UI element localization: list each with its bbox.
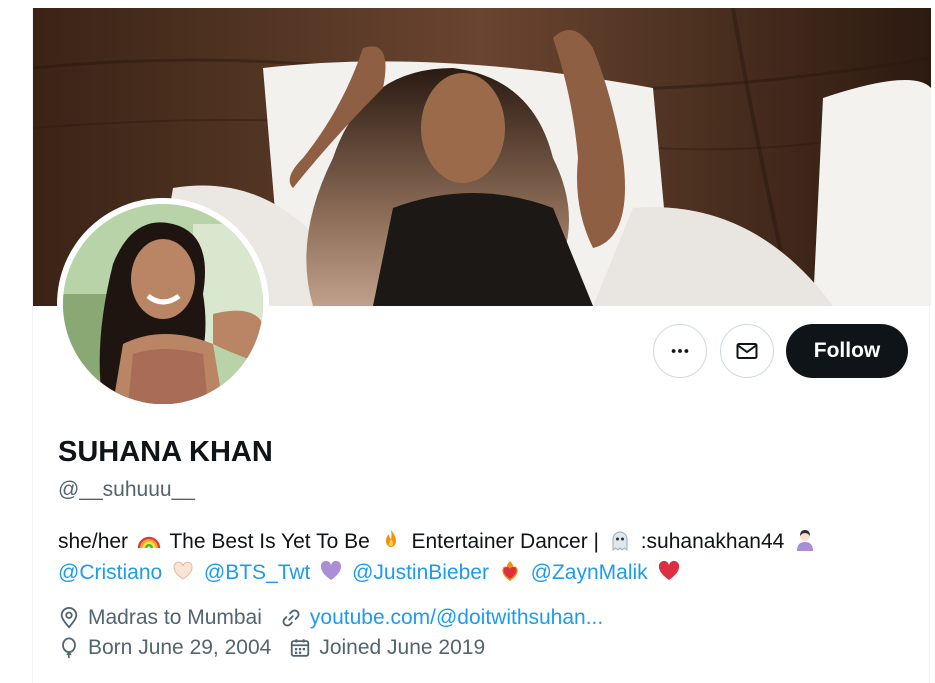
bio-roles: Entertainer Dancer | — [411, 530, 600, 553]
follow-button[interactable]: Follow — [786, 324, 908, 378]
location-pin-icon — [60, 607, 78, 629]
bio-line-2: @Cristiano @BTS_Twt @JustinBieber @ZaynM… — [58, 557, 908, 588]
profile-card: Follow SUHANA KHAN @__suhuuu__ she/her T… — [32, 8, 931, 683]
bio-line-1: she/her The Best Is Yet To Be Entertaine… — [58, 526, 908, 557]
more-horizontal-icon — [671, 349, 689, 353]
rainbow-emoji-icon — [137, 536, 161, 549]
heart-on-fire-emoji-icon — [502, 561, 518, 581]
website-item: youtube.com/@doitwithsuhan... — [280, 606, 603, 630]
mention-link-cristiano[interactable]: @Cristiano — [58, 561, 162, 584]
bio-pronouns: she/her — [58, 530, 129, 553]
location-item: Madras to Mumbai — [58, 606, 262, 630]
balloon-icon — [62, 637, 76, 659]
joined-item: Joined June 2019 — [289, 636, 485, 660]
profile-meta-row-1: Madras to Mumbai youtube.com/@doitwithsu… — [58, 604, 621, 632]
link-icon — [282, 609, 300, 627]
bio: she/her The Best Is Yet To Be Entertaine… — [58, 526, 908, 588]
birthday-item: Born June 29, 2004 — [58, 636, 271, 660]
mention-link-bts[interactable]: @BTS_Twt — [204, 561, 311, 584]
mention-link-justinbieber[interactable]: @JustinBieber — [352, 561, 489, 584]
display-name: SUHANA KHAN — [58, 436, 273, 468]
envelope-icon — [736, 343, 758, 359]
message-button[interactable] — [720, 324, 774, 378]
user-handle: @__suhuuu__ — [58, 478, 195, 501]
ghost-emoji-icon — [612, 531, 628, 552]
red-heart-emoji-icon — [658, 560, 679, 580]
profile-meta-row-2: Born June 29, 2004 Joined June 2019 — [58, 634, 503, 662]
person-gesturing-emoji-icon — [797, 530, 814, 551]
location-text: Madras to Mumbai — [88, 606, 262, 629]
purple-heart-emoji-icon — [321, 560, 342, 580]
birthday-text: Born June 29, 2004 — [88, 636, 272, 659]
bio-snapchat: :suhanakhan44 — [640, 530, 785, 553]
joined-text: Joined June 2019 — [319, 636, 486, 659]
website-link[interactable]: youtube.com/@doitwithsuhan... — [310, 606, 603, 630]
mention-link-zaynmalik[interactable]: @ZaynMalik — [531, 561, 648, 584]
heart-hands-emoji-icon — [173, 561, 193, 580]
bio-tagline: The Best Is Yet To Be — [169, 530, 370, 553]
calendar-icon — [291, 639, 310, 657]
more-options-button[interactable] — [653, 324, 707, 378]
fire-emoji-icon — [385, 530, 396, 547]
avatar-photo — [63, 204, 263, 404]
avatar[interactable] — [57, 198, 269, 410]
